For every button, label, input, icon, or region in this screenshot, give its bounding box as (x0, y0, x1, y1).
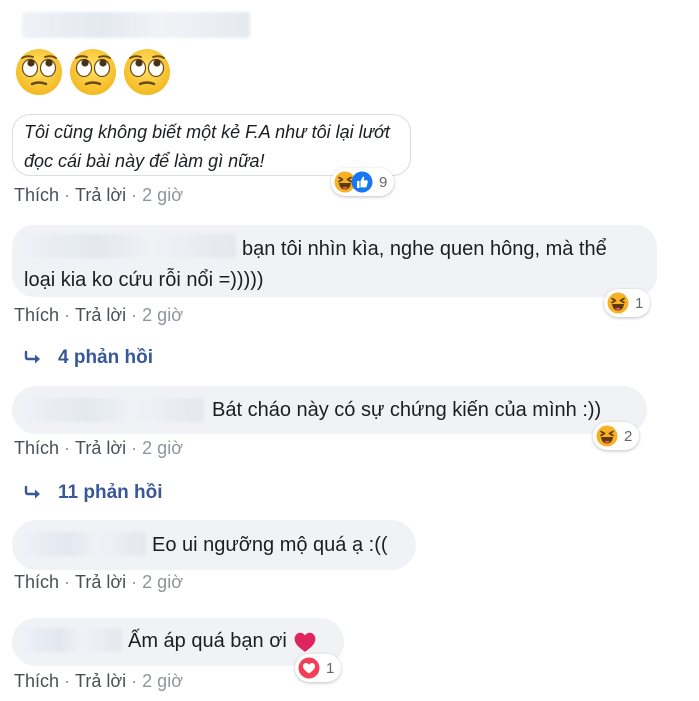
timestamp[interactable]: 2 giờ (142, 305, 183, 325)
reply-link[interactable]: Trả lời (75, 572, 126, 592)
reply-link[interactable]: Trả lời (75, 438, 126, 458)
reply-link[interactable]: Trả lời (75, 185, 126, 205)
blurred-username (24, 398, 204, 422)
reaction-summary[interactable]: 1 (295, 654, 342, 682)
like-link[interactable]: Thích (14, 305, 59, 325)
comment-text: bạn tôi nhìn kìa, nghe quen hông, mà thể… (24, 238, 607, 291)
reply-arrow-icon (24, 350, 44, 366)
comment-text: Eo ui ngưỡng mộ quá ạ :(( (152, 534, 388, 556)
blurred-username (24, 532, 146, 556)
reaction-summary[interactable]: 1 (604, 289, 651, 317)
face-with-rolling-eyes-icon (122, 47, 172, 97)
reply-link[interactable]: Trả lời (75, 671, 126, 691)
reaction-count: 2 (624, 427, 633, 445)
timestamp[interactable]: 2 giờ (142, 438, 183, 458)
reaction-count: 1 (326, 659, 335, 677)
comment-actions: Thích · Trả lời · 2 giờ (14, 671, 183, 691)
comment-actions: Thích · Trả lời · 2 giờ (14, 305, 183, 325)
haha-icon (596, 425, 618, 447)
comment-actions: Thích · Trả lời · 2 giờ (14, 438, 183, 458)
blurred-username (24, 628, 122, 652)
timestamp[interactable]: 2 giờ (142, 572, 183, 592)
reaction-summary[interactable]: 2 (593, 422, 640, 450)
face-with-rolling-eyes-icon (68, 47, 118, 97)
reply-link[interactable]: Trả lời (75, 305, 126, 325)
reply-arrow-icon (24, 485, 44, 501)
like-link[interactable]: Thích (14, 572, 59, 592)
red-heart-icon (294, 632, 316, 652)
like-link[interactable]: Thích (14, 671, 59, 691)
haha-icon (607, 292, 629, 314)
reaction-count: 1 (635, 294, 644, 312)
comment-actions: Thích · Trả lời · 2 giờ (14, 185, 183, 205)
heart-icon (298, 657, 320, 679)
timestamp[interactable]: 2 giờ (142, 671, 183, 691)
like-icon (351, 171, 373, 193)
reaction-count: 9 (379, 173, 388, 191)
blurred-username (22, 12, 250, 38)
comment-actions: Thích · Trả lời · 2 giờ (14, 572, 183, 592)
view-replies-button[interactable]: 4 phản hồi (24, 344, 153, 372)
like-link[interactable]: Thích (14, 185, 59, 205)
timestamp[interactable]: 2 giờ (142, 185, 183, 205)
comment-text: Ấm áp quá bạn ơi (128, 626, 317, 657)
view-replies-button[interactable]: 11 phản hồi (24, 479, 163, 507)
comment-text: Bát cháo này có sự chứng kiến của mình :… (212, 399, 602, 421)
face-with-rolling-eyes-icon (14, 47, 64, 97)
like-link[interactable]: Thích (14, 438, 59, 458)
reaction-summary[interactable]: 9 (331, 168, 395, 196)
